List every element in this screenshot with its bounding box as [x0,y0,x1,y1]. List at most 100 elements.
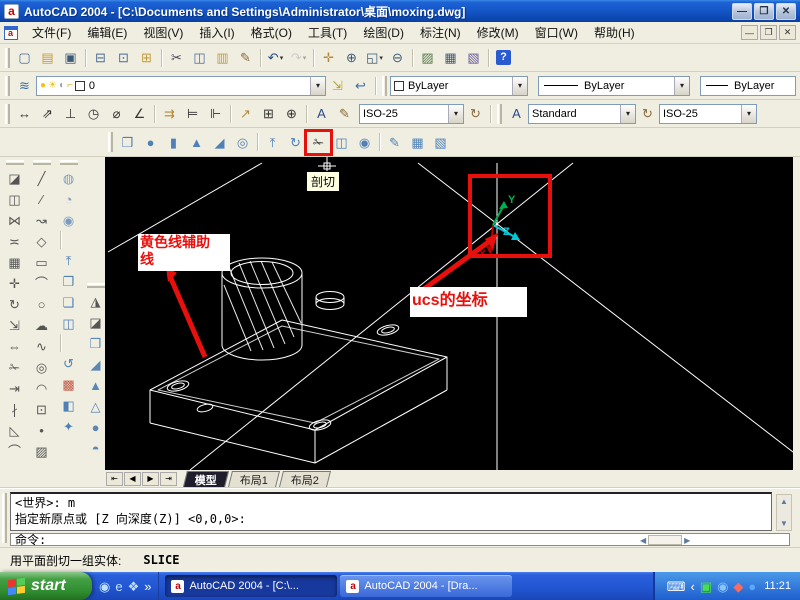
help-button[interactable]: ? [492,47,515,68]
properties-button[interactable]: ▨ [416,47,439,68]
command-vertical-scrollbar[interactable]: ▲ ▼ [776,494,792,531]
section-button[interactable]: ◫ [330,132,353,153]
toolbar-grip[interactable] [33,160,51,165]
hide-button[interactable]: ◧ [57,395,80,415]
lineweight-control-combo[interactable]: ByLayer [700,76,796,96]
toolbar-grip[interactable] [60,160,78,165]
copy-object-button[interactable]: ◫ [3,189,26,209]
move-faces-button[interactable]: ❐ [57,271,80,291]
cut-button[interactable]: ✂ [165,47,188,68]
chevron-down-icon[interactable]: ▾ [448,105,463,123]
chevron-down-icon[interactable]: ▾ [310,77,325,95]
construction-line-button[interactable]: ∕ [30,189,53,209]
dimension-update-button[interactable]: ↻ [464,103,487,124]
linear-dimension-button[interactable]: ↔ [13,103,36,124]
copy-button[interactable]: ◫ [188,47,211,68]
revolve-button[interactable]: ↻ [284,132,307,153]
box-surface-button[interactable]: ❒ [84,333,107,353]
cone-surface-button[interactable]: △ [84,396,107,416]
rectangle-button[interactable]: ▭ [30,252,53,272]
hatch-button[interactable]: ▨ [30,441,53,461]
menu-insert[interactable]: 插入(I) [191,22,242,43]
quick-leader-button[interactable]: ↗ [234,103,257,124]
toolbar-grip[interactable] [87,283,105,288]
make-layer-current-button[interactable]: ⇲ [326,75,349,96]
union-button[interactable]: ◍ [57,168,80,188]
point-button[interactable]: • [30,420,53,440]
restore-button[interactable]: ❐ [754,3,774,20]
tab-layout2[interactable]: 布局2 [279,471,331,487]
tray-globe-icon[interactable]: ◉ [717,580,728,593]
dropdown-arrow-icon[interactable]: ▾ [379,54,383,62]
dropdown-arrow-icon[interactable]: ▾ [280,54,284,62]
zoom-window-button[interactable]: ◱▾ [363,47,386,68]
tray-chevron-icon[interactable]: ‹ [690,580,694,593]
keyboard-icon[interactable]: ⌨ [667,580,686,593]
quick-launch-chevron-icon[interactable]: » [144,580,151,593]
torus-button[interactable]: ◎ [231,132,254,153]
box-button[interactable]: ❒ [116,132,139,153]
array-button[interactable]: ▦ [3,252,26,272]
mdi-minimize-button[interactable]: — [741,25,758,40]
publish-button[interactable]: ⊞ [135,47,158,68]
extrude-button[interactable]: ⤒ [261,132,284,153]
sphere-surface-button[interactable]: ● [84,417,107,437]
interfere-button[interactable]: ◉ [353,132,376,153]
plot-button[interactable]: ⊟ [89,47,112,68]
pan-realtime-button[interactable]: ✛ [317,47,340,68]
subtract-button[interactable]: ◔ [57,189,80,209]
task-autocad-2[interactable]: aAutoCAD 2004 - [Dra... [340,575,512,597]
messenger-icon[interactable]: ❖ [128,580,140,593]
mdi-close-button[interactable]: ✕ [779,25,796,40]
stretch-button[interactable]: ⇔ [3,336,26,356]
mdi-restore-button[interactable]: ❐ [760,25,777,40]
minimize-button[interactable]: — [732,3,752,20]
chevron-down-icon[interactable]: ▾ [674,77,689,95]
match-properties-button[interactable]: ✎ [234,47,257,68]
3d-face-button[interactable]: ◪ [84,312,107,332]
diameter-dimension-button[interactable]: ⌀ [105,103,128,124]
baseline-dimension-button[interactable]: ⊨ [181,103,204,124]
undo-button[interactable]: ↶▾ [264,47,287,68]
extend-button[interactable]: ⇥ [3,378,26,398]
tray-green-app-icon[interactable]: ▣ [700,580,712,593]
dim-style-combo[interactable]: ISO-25 ▾ [359,104,464,124]
rotate-faces-button[interactable]: ↺ [57,353,80,373]
radius-dimension-button[interactable]: ◷ [82,103,105,124]
copy-faces-button[interactable]: ◫ [57,313,80,333]
pyramid-button[interactable]: ▲ [84,375,107,395]
extrude-faces-button[interactable]: ⤒ [57,250,80,270]
aligned-dimension-button[interactable]: ⇗ [36,103,59,124]
menu-file[interactable]: 文件(F) [24,22,79,43]
dropdown-arrow-icon[interactable]: ▾ [303,54,307,62]
tolerance-button[interactable]: ⊞ [257,103,280,124]
unlock-icon[interactable]: ⌐ [67,81,73,91]
offset-button[interactable]: ≍ [3,231,26,251]
scroll-left-icon[interactable]: ◀ [640,536,646,545]
toolbar-grip[interactable] [108,132,113,152]
polyline-button[interactable]: ↝ [30,210,53,230]
break-button[interactable]: ∤ [3,399,26,419]
arc-button[interactable]: ⌒ [30,273,53,293]
menu-view[interactable]: 视图(V) [135,22,191,43]
start-button[interactable]: start [0,572,92,600]
cylinder-button[interactable]: ▮ [162,132,185,153]
tab-layout1[interactable]: 布局1 [228,471,280,487]
dimension-edit-button[interactable]: ✎ [333,103,356,124]
layer-previous-button[interactable]: ↩ [349,75,372,96]
intersect-button[interactable]: ◉ [57,210,80,230]
color-control-combo[interactable]: ByLayer ▾ [390,76,528,96]
tab-first-button[interactable]: ⇤ [106,472,123,486]
sphere-button[interactable]: ● [139,132,162,153]
toolbar-grip[interactable] [5,76,10,96]
menu-help[interactable]: 帮助(H) [586,22,643,43]
close-button[interactable]: ✕ [776,3,796,20]
task-autocad-1[interactable]: aAutoCAD 2004 - [C:\... [165,575,337,597]
angular-dimension-button[interactable]: ∠ [128,103,151,124]
toolbar-grip[interactable] [382,76,387,96]
setup-view-button[interactable]: ▦ [406,132,429,153]
dim-style-update-button[interactable]: ↻ [636,103,659,124]
menu-draw[interactable]: 绘图(D) [355,22,412,43]
mirror-button[interactable]: ⋈ [3,210,26,230]
menu-edit[interactable]: 编辑(E) [79,22,135,43]
